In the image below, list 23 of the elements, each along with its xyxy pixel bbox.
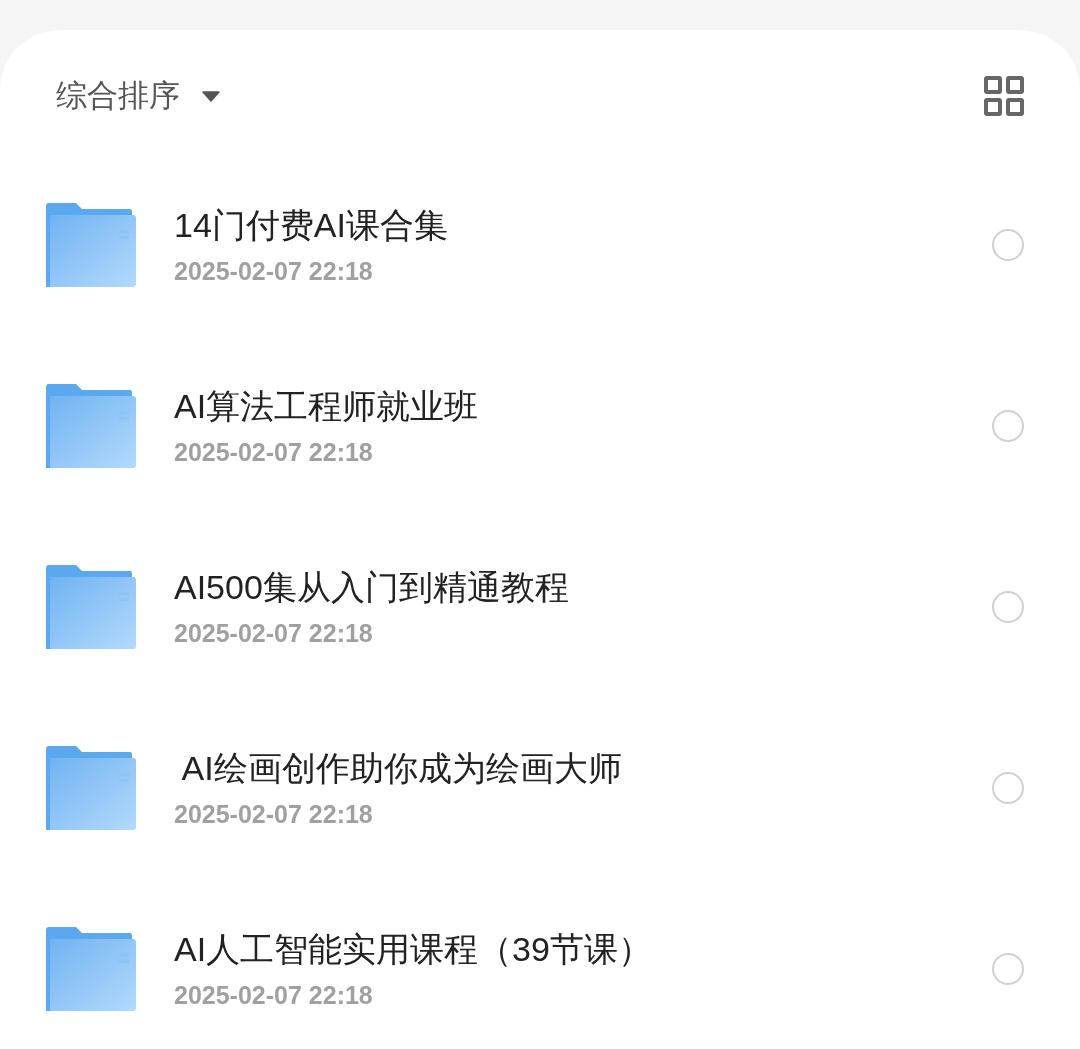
select-radio[interactable] [992,771,1024,804]
folder-name[interactable]: 14门付费AI课合集 [174,203,992,249]
caret-icon [202,90,220,102]
select-radio[interactable] [992,952,1024,985]
folder-icon [46,383,136,468]
folder-icon [46,202,136,287]
folder-icon [46,564,136,649]
select-radio[interactable] [992,590,1024,623]
folder-name[interactable]: AI算法工程师就业班 [174,384,992,430]
folder-date: 2025-02-07 22:18 [174,800,374,829]
folder-icon [46,745,136,830]
grid-view-icon[interactable] [984,76,1024,116]
folder-date: 2025-02-07 22:18 [174,438,374,467]
folder-icon [46,926,136,1011]
folder-date: 2025-02-07 22:18 [174,257,374,286]
folder-date: 2025-02-07 22:18 [174,619,374,648]
select-radio[interactable] [992,409,1024,442]
select-radio[interactable] [992,228,1024,261]
folder-date: 2025-02-07 22:18 [174,981,374,1010]
folder-name[interactable]: AI500集从入门到精通教程 [174,565,992,611]
sort-dropdown[interactable]: 综合排序 [56,75,220,117]
folder-name[interactable]: AI人工智能实用课程（39节课） [174,927,992,973]
folder-name[interactable]: AI绘画创作助你成为绘画大师 [174,746,992,792]
